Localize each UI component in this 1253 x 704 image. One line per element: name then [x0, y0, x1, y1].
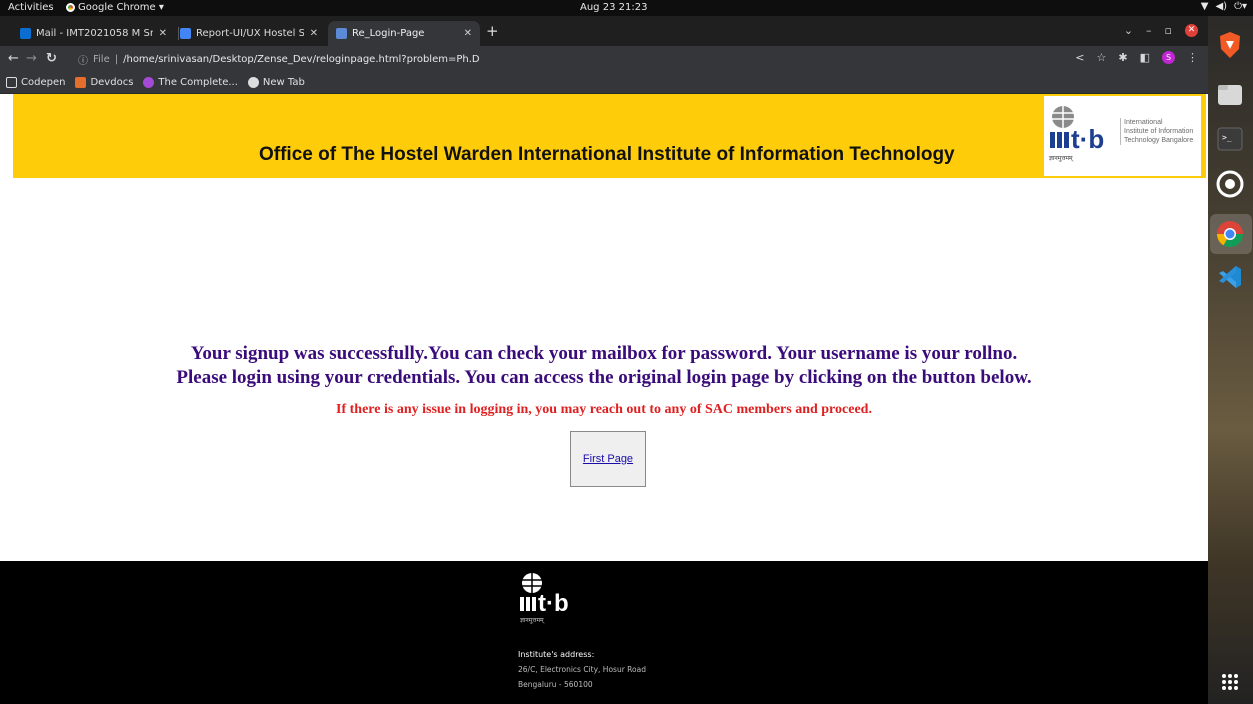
- forward-icon[interactable]: →: [26, 51, 37, 66]
- toolbar-actions: < ☆ ✱ ◧ S ⋮: [1075, 51, 1198, 64]
- files-icon[interactable]: [1215, 80, 1245, 110]
- ubuntu-dock: >_: [1208, 16, 1253, 704]
- share-icon[interactable]: <: [1075, 51, 1084, 64]
- address-line: 26/C, Electronics City, Hosur Road: [518, 665, 646, 674]
- codepen-icon: [6, 77, 17, 88]
- back-icon[interactable]: ←: [8, 51, 19, 66]
- tab-label: Mail - IMT2021058 M Srinivas: [36, 28, 153, 39]
- terminal-icon[interactable]: >_: [1215, 124, 1245, 154]
- devdocs-icon: [75, 77, 87, 88]
- restore-icon[interactable]: ▫: [1165, 24, 1172, 37]
- show-apps-icon[interactable]: [1215, 667, 1245, 697]
- vscode-icon[interactable]: [1215, 262, 1245, 292]
- tab-strip: Mail - IMT2021058 M Srinivas ✕ Report-UI…: [0, 16, 1208, 46]
- profile-avatar[interactable]: S: [1162, 51, 1175, 64]
- page-header: Office of The Hostel Warden Internationa…: [13, 94, 1206, 178]
- minimize-icon[interactable]: –: [1146, 24, 1152, 37]
- wifi-icon: ▼: [1200, 1, 1209, 12]
- bookmark-label: Codepen: [21, 77, 66, 88]
- app-menu[interactable]: Google Chrome ▾: [66, 2, 164, 13]
- bookmark-new-tab[interactable]: New Tab: [247, 77, 305, 88]
- tab-search-icon[interactable]: ⌄: [1124, 24, 1133, 37]
- bookmarks-bar: Codepen Devdocs The Complete... New Tab: [0, 72, 1208, 94]
- scheme-label: File: [93, 53, 110, 65]
- iiitb-logo-icon: t·b ज्ञानमुत्तमम्: [1049, 106, 1104, 162]
- udemy-icon: [143, 77, 155, 88]
- activities-button[interactable]: Activities: [8, 2, 54, 13]
- address-bar[interactable]: ⓘ File | /home/srinivasan/Desktop/Zense_…: [78, 50, 1078, 68]
- tab-label: Report-UI/UX Hostel Servi: [196, 28, 304, 39]
- whatsapp-icon[interactable]: [1215, 169, 1245, 199]
- outlook-icon: [20, 28, 31, 39]
- success-message-line: Please login using your credentials. You…: [176, 367, 1032, 388]
- first-page-link[interactable]: First Page: [583, 453, 633, 465]
- svg-text:ज्ञानमुत्तमम्: ज्ञानमुत्तमम्: [1049, 155, 1074, 162]
- success-message: Your signup was successfully.You can che…: [0, 342, 1208, 390]
- volume-icon: ◀): [1215, 1, 1228, 12]
- page-footer: t·b ज्ञानमुत्तमम् Institute's address: 2…: [0, 561, 1208, 704]
- page-icon: [336, 28, 347, 39]
- chrome-icon: [66, 3, 75, 12]
- tab-mail[interactable]: Mail - IMT2021058 M Srinivas ✕: [12, 21, 175, 46]
- notice-message: If there is any issue in logging in, you…: [336, 402, 872, 417]
- page-title: Office of The Hostel Warden Internationa…: [259, 144, 955, 165]
- bookmark-codepen[interactable]: Codepen: [6, 77, 65, 88]
- address-line: Bengaluru - 560100: [518, 680, 593, 689]
- close-icon[interactable]: ✕: [464, 28, 472, 39]
- app-menu-label: Google Chrome ▾: [78, 2, 164, 13]
- reload-icon[interactable]: ↻: [46, 51, 57, 66]
- power-icon: ⏻▾: [1234, 1, 1247, 12]
- tab-report[interactable]: Report-UI/UX Hostel Servi ✕: [172, 21, 326, 46]
- bookmark-the-complete[interactable]: The Complete...: [143, 77, 238, 88]
- chrome-dock-icon[interactable]: [1215, 219, 1245, 249]
- bookmark-label: The Complete...: [158, 77, 238, 88]
- institute-line: Institute of Information: [1124, 128, 1194, 135]
- menu-icon[interactable]: ⋮: [1187, 51, 1198, 64]
- new-tab-button[interactable]: +: [486, 24, 499, 39]
- tab-label: Re_Login-Page: [352, 28, 425, 39]
- system-top-bar: Activities Google Chrome ▾ Aug 23 21:23 …: [0, 0, 1253, 16]
- svg-text:ज्ञानमुत्तमम्: ज्ञानमुत्तमम्: [520, 617, 545, 624]
- close-window-icon[interactable]: ✕: [1185, 24, 1198, 37]
- info-icon[interactable]: ⓘ: [78, 52, 88, 67]
- institute-line: Technology Bangalore: [1124, 137, 1194, 144]
- globe-icon: [247, 77, 259, 88]
- bookmark-star-icon[interactable]: ☆: [1097, 51, 1107, 64]
- clock[interactable]: Aug 23 21:23: [580, 2, 647, 13]
- system-tray[interactable]: ▼ ◀) ⏻▾: [1201, 1, 1247, 12]
- bookmark-devdocs[interactable]: Devdocs: [75, 77, 133, 88]
- extensions-icon[interactable]: ✱: [1118, 51, 1127, 64]
- separator: |: [114, 53, 119, 65]
- bookmark-label: Devdocs: [90, 77, 134, 88]
- tab-relogin[interactable]: Re_Login-Page ✕: [328, 21, 480, 46]
- close-icon[interactable]: ✕: [310, 28, 318, 39]
- svg-text:t·b: t·b: [538, 590, 569, 617]
- success-message-line: Your signup was successfully.You can che…: [190, 343, 1018, 364]
- first-page-button[interactable]: First Page: [570, 431, 646, 487]
- institute-name: International Institute of Information T…: [1120, 118, 1200, 145]
- docs-icon: [180, 28, 191, 39]
- page-viewport: Office of The Hostel Warden Internationa…: [0, 94, 1208, 704]
- window-controls: ⌄ – ▫ ✕: [1124, 24, 1198, 37]
- svg-text:t·b: t·b: [1071, 124, 1104, 154]
- address-label: Institute's address:: [518, 650, 595, 659]
- brave-browser-icon[interactable]: [1215, 30, 1245, 60]
- bookmark-label: New Tab: [262, 77, 305, 88]
- url-text: /home/srinivasan/Desktop/Zense_Dev/relog…: [123, 53, 480, 65]
- footer-logo-icon: t·b ज्ञानमुत्तमम्: [520, 573, 569, 624]
- close-icon[interactable]: ✕: [159, 28, 167, 39]
- svg-text:>_: >_: [1222, 133, 1232, 142]
- side-panel-icon[interactable]: ◧: [1140, 51, 1150, 64]
- browser-toolbar: ← → ↻ ⓘ File | /home/srinivasan/Desktop/…: [0, 46, 1208, 72]
- iiitb-logo: t·b ज्ञानमुत्तमम् International Institut…: [1044, 96, 1201, 176]
- institute-line: International: [1124, 119, 1163, 126]
